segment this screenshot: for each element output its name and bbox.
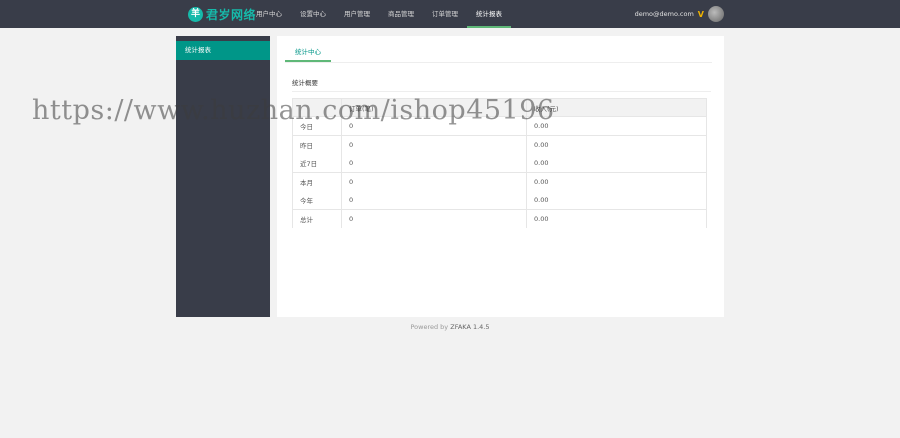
footer: Powered by ZFAKA 1.4.5 xyxy=(0,323,900,331)
table-cell: 0.00 xyxy=(526,209,707,228)
table-cell: 0.00 xyxy=(526,172,707,191)
nav-item-user-management[interactable]: 用户管理 xyxy=(335,0,379,28)
table-row: 本月 0 0.00 xyxy=(292,172,707,191)
sidebar-item-statistics[interactable]: 统计报表 xyxy=(176,41,270,60)
top-navbar: 羊 君岁网络 用户中心 设置中心 用户管理 商品管理 订单管理 统计报表 dem… xyxy=(0,0,900,28)
table-cell: 近7日 xyxy=(292,154,342,173)
user-email[interactable]: demo@demo.com xyxy=(635,10,694,18)
table-row: 总计 0 0.00 xyxy=(292,209,707,228)
user-menu[interactable]: demo@demo.com V xyxy=(635,0,724,28)
table-cell: 本月 xyxy=(292,172,342,191)
nav-item-product-management[interactable]: 商品管理 xyxy=(379,0,423,28)
table-row: 昨日 0 0.00 xyxy=(292,135,707,154)
table-cell: 总计 xyxy=(292,209,342,228)
main-nav: 用户中心 设置中心 用户管理 商品管理 订单管理 统计报表 xyxy=(247,0,511,28)
table-header-income: 收入(元) xyxy=(526,98,707,117)
table-cell: 0 xyxy=(341,191,527,210)
table-header-period xyxy=(292,98,342,117)
table-cell: 0 xyxy=(341,116,527,136)
table-cell: 0 xyxy=(341,209,527,228)
nav-item-order-management[interactable]: 订单管理 xyxy=(423,0,467,28)
vip-badge-icon: V xyxy=(697,9,704,19)
table-cell: 今日 xyxy=(292,116,342,136)
table-cell: 0.00 xyxy=(526,135,707,154)
nav-item-statistics[interactable]: 统计报表 xyxy=(467,0,511,28)
table-cell: 0 xyxy=(341,172,527,191)
table-cell: 0.00 xyxy=(526,154,707,173)
tab-bar: 统计中心 xyxy=(285,43,712,63)
sidebar: 统计报表 xyxy=(176,36,270,317)
nav-item-user-center[interactable]: 用户中心 xyxy=(247,0,291,28)
table-cell: 0.00 xyxy=(526,191,707,210)
table-row: 今日 0 0.00 xyxy=(292,116,707,136)
table-cell: 昨日 xyxy=(292,135,342,154)
table-cell: 0.00 xyxy=(526,116,707,136)
table-row: 今年 0 0.00 xyxy=(292,191,707,210)
table-header-row: 订单(笔) 收入(元) xyxy=(292,98,707,117)
avatar[interactable] xyxy=(708,6,724,22)
table-cell: 今年 xyxy=(292,191,342,210)
tab-statistics-center[interactable]: 统计中心 xyxy=(285,43,331,62)
footer-powered-by: Powered by xyxy=(410,323,449,331)
table-row: 近7日 0 0.00 xyxy=(292,154,707,173)
table-cell: 0 xyxy=(341,135,527,154)
section-title: 统计概要 xyxy=(292,79,318,87)
table-header-orders: 订单(笔) xyxy=(341,98,527,117)
logo-icon: 羊 xyxy=(188,6,203,22)
table-cell: 0 xyxy=(341,154,527,173)
main-panel: 统计中心 统计概要 订单(笔) 收入(元) 今日 0 0.00 昨日 0 0.0… xyxy=(277,36,724,317)
nav-item-settings-center[interactable]: 设置中心 xyxy=(291,0,335,28)
divider xyxy=(292,91,711,92)
footer-version[interactable]: ZFAKA 1.4.5 xyxy=(450,323,489,331)
stats-table: 订单(笔) 收入(元) 今日 0 0.00 昨日 0 0.00 近7日 0 0.… xyxy=(292,98,707,228)
site-logo[interactable]: 羊 君岁网络 xyxy=(188,5,256,23)
